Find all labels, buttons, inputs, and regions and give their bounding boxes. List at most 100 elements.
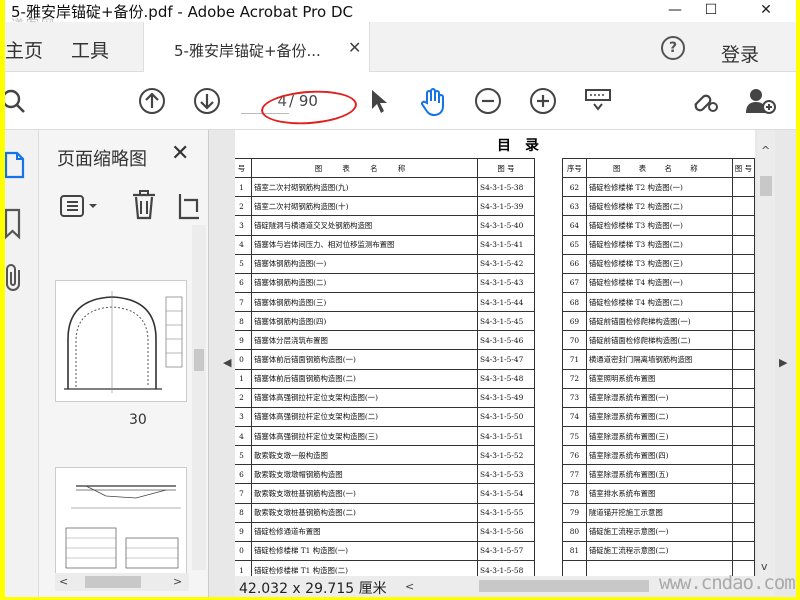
table-row: 68 锚碇检修楼梯 T4 构造图(二) <box>562 291 755 313</box>
next-page-icon[interactable]: ▶ <box>779 356 787 369</box>
row-number: 3 <box>235 406 252 427</box>
drawing-name: 锚塞体前后锚面钢筋构造图(一) <box>251 349 478 370</box>
table-row: 67 锚碇检修楼梯 T4 构造图(一) <box>562 272 755 293</box>
row-number: 71 <box>562 349 587 370</box>
thumbnail-drawing-image <box>64 291 183 393</box>
thumbnail-scroll-thumb[interactable] <box>194 349 204 371</box>
maximize-button[interactable]: ☐ <box>688 0 734 22</box>
row-number: 79 <box>562 502 587 523</box>
close-tab-icon[interactable]: ✕ <box>348 38 361 57</box>
row-number: 1 <box>235 559 252 576</box>
row-number: 1 <box>235 368 252 389</box>
row-number: 63 <box>562 196 587 217</box>
drawing-number <box>731 521 755 542</box>
drawing-number <box>731 196 755 217</box>
table-row: 63 锚碇检修楼梯 T2 构造图(二) <box>562 196 755 217</box>
table-row: 71 横通道密封门隔离墙钢筋构造图 <box>562 349 755 370</box>
row-number: 69 <box>562 311 587 332</box>
document-scroll-thumb[interactable] <box>760 176 772 196</box>
options-menu-icon[interactable] <box>59 194 103 218</box>
page-up-icon[interactable] <box>138 87 166 115</box>
drawing-number <box>731 311 755 332</box>
row-number: 7 <box>235 483 252 504</box>
toolbar: 4 / 90 <box>5 72 796 130</box>
close-panel-icon[interactable]: ✕ <box>171 141 189 166</box>
scroll-up-icon[interactable]: ^ <box>761 144 770 157</box>
prev-page-icon[interactable]: ◀ <box>223 356 231 369</box>
link-icon[interactable] <box>691 87 721 115</box>
scroll-left-icon[interactable]: < <box>59 575 68 588</box>
table-row: 80 锚碇施工流程示意图(一) <box>562 521 755 542</box>
thumbnail-page-30[interactable] <box>55 280 187 402</box>
row-number: 3 <box>235 215 252 236</box>
attachment-icon[interactable] <box>5 262 25 294</box>
thumbnail-scrollbar[interactable] <box>192 225 206 570</box>
drawing-name: 锚塞体钢筋构造图(四) <box>251 311 478 332</box>
page-thumbnails-icon[interactable] <box>5 150 25 180</box>
drawing-number: S4-3-1-5-47 <box>477 349 535 370</box>
tab-document-label: 5-雅安岸锚碇+备份... <box>174 42 321 60</box>
table-row: 1 锚碇检修楼梯 T1 构造图(二) S4-3-1-5-58 <box>235 559 535 576</box>
thumbnail-horizontal-scrollbar[interactable]: < > <box>55 573 189 591</box>
column-header: 序号 <box>562 157 587 179</box>
select-arrow-icon[interactable] <box>367 87 391 115</box>
table-row: 76 锚室除湿系统布置图(四) <box>562 445 755 466</box>
document-vertical-scrollbar[interactable]: ^ v <box>757 130 775 576</box>
row-number: 70 <box>562 330 587 351</box>
table-row: 3 锚塞体高强钢拉杆定位支架构造图(二) S4-3-1-5-50 <box>235 406 535 427</box>
drawing-number: S4-3-1-5-39 <box>477 196 535 217</box>
drawing-number: S4-3-1-5-43 <box>477 272 535 293</box>
title-bar: 5-雅安岸锚碇+备份.pdf - Adobe Acrobat Pro DC — … <box>5 0 796 22</box>
row-number: 75 <box>562 425 587 447</box>
table-row: 6 散索鞍支墩墩帽钢筋构造图 S4-3-1-5-53 <box>235 464 535 485</box>
drawing-number <box>731 483 755 504</box>
drawing-name: 锚碇检修楼梯 T1 构造图(二) <box>251 559 478 576</box>
table-row: 9 锚碇检修通道布置图 S4-3-1-5-56 <box>235 521 535 542</box>
bookmark-icon[interactable] <box>5 208 23 240</box>
row-number: 4 <box>235 425 252 447</box>
search-icon[interactable] <box>5 87 27 115</box>
row-number <box>562 559 587 576</box>
drawing-name: 隧道锚开挖施工示意图 <box>585 502 733 523</box>
page-down-icon[interactable] <box>193 87 221 115</box>
thumbnail-page-31[interactable] <box>55 467 187 577</box>
close-window-button[interactable]: ✕ <box>743 0 789 22</box>
tab-document[interactable]: 5-雅安岸锚碇+备份... ✕ <box>143 22 370 72</box>
help-icon[interactable]: ? <box>661 36 685 60</box>
table-row: 0 锚塞体前后锚面钢筋构造图(一) S4-3-1-5-47 <box>235 349 535 370</box>
table-row: 4 锚塞体与岩体间压力、相对位移监测布置图 S4-3-1-5-41 <box>235 234 535 255</box>
navigation-strip <box>5 130 39 597</box>
document-area: ◀ 目录 号 图 表 名 称 图 号 1 锚室二次衬砌钢筋构造图(九) S4-3-1… <box>209 130 796 597</box>
table-row: 0 锚碇检修楼梯 T1 构造图(一) S4-3-1-5-57 <box>235 540 535 561</box>
tab-home[interactable]: 主页 <box>5 36 43 63</box>
trash-icon[interactable] <box>131 190 157 220</box>
column-header: 图 号 <box>731 157 755 179</box>
drawing-name: 锚碇检修楼梯 T3 构造图(三) <box>585 253 733 274</box>
row-number: 73 <box>562 387 587 408</box>
drawing-name: 锚室排水系统布置图 <box>585 483 733 504</box>
hand-icon[interactable] <box>419 87 447 117</box>
table-row: 75 锚室除湿系统布置图(三) <box>562 425 755 447</box>
row-number: 64 <box>562 215 587 236</box>
login-button[interactable]: 登录 <box>721 40 759 67</box>
rotate-page-icon[interactable] <box>177 190 203 220</box>
tab-tools[interactable]: 工具 <box>71 36 109 63</box>
row-number: 1 <box>235 177 252 198</box>
table-row: 72 锚室照明系统布置图 <box>562 368 755 389</box>
document-hscroll-thumb[interactable] <box>479 580 649 592</box>
row-number: 0 <box>235 349 252 370</box>
drawing-name: 锚室照明系统布置图 <box>585 368 733 389</box>
thumbnail-hscroll-thumb[interactable] <box>85 576 141 588</box>
table-row: 74 锚室除湿系统布置图(二) <box>562 406 755 427</box>
drawing-number: S4-3-1-5-42 <box>477 253 535 274</box>
read-mode-icon[interactable] <box>584 87 612 115</box>
drawing-number: S4-3-1-5-49 <box>477 387 535 408</box>
zoom-out-icon[interactable] <box>474 87 502 115</box>
add-user-icon[interactable] <box>745 87 777 115</box>
scroll-left-icon[interactable]: < <box>405 580 414 593</box>
drawing-name: 锚塞体钢筋构造图(一) <box>251 253 478 274</box>
scroll-right-icon[interactable]: > <box>173 575 182 588</box>
thumbnail-panel-title: 页面缩略图 <box>57 149 147 170</box>
zoom-in-icon[interactable] <box>529 87 557 115</box>
drawing-number: S4-3-1-5-58 <box>477 559 535 576</box>
